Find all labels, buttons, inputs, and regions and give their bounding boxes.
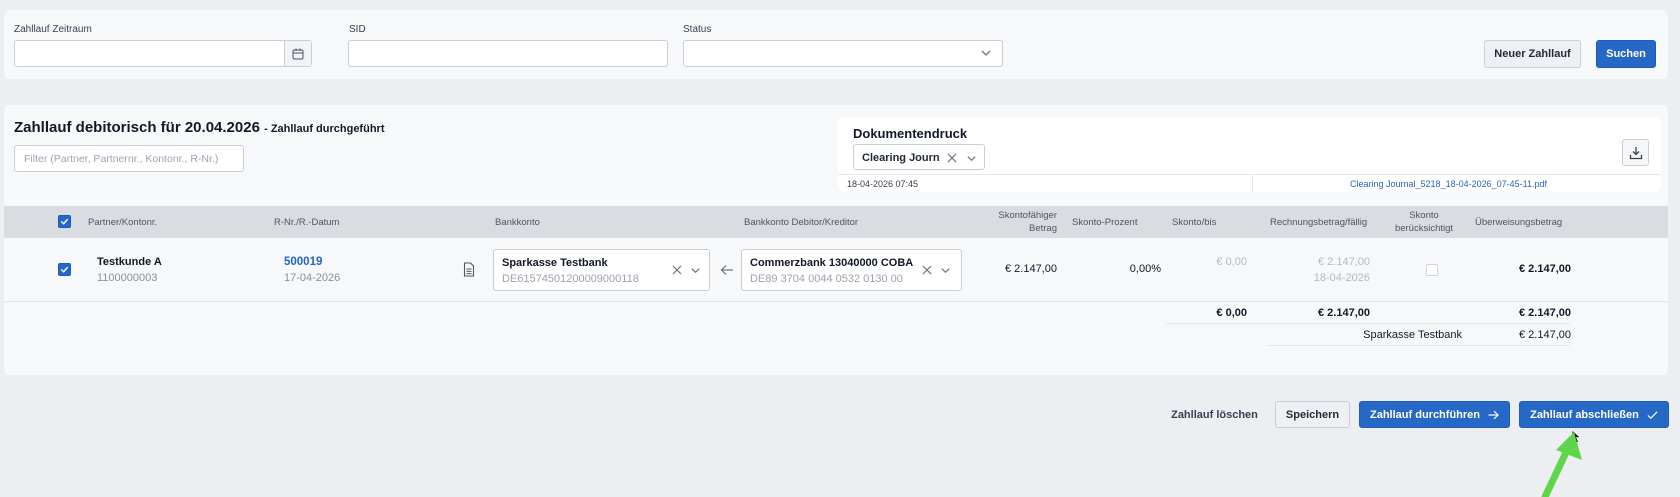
- invoice-date: 17-04-2026: [284, 272, 341, 284]
- annotation-arrow-icon: [1541, 432, 1582, 497]
- chevron-down-icon: [981, 50, 991, 56]
- bank-account-iban: DE61574501200009000118: [502, 273, 639, 285]
- checkmark-icon: [1647, 410, 1658, 419]
- payment-run-panel: Zahllauf debitorisch für 20.04.2026 - Za…: [4, 105, 1668, 375]
- save-button[interactable]: Speichern: [1275, 401, 1350, 428]
- document-select-value: Clearing Journal: [862, 152, 940, 164]
- clear-icon[interactable]: [947, 153, 957, 163]
- table-filter-placeholder: Filter (Partner, Partnernr., Kontonr., R…: [24, 153, 219, 165]
- discount-amount: € 0,00: [1216, 256, 1247, 268]
- invoice-number-link[interactable]: 500019: [284, 256, 322, 268]
- header-partner-bank: Bankkonto Debitor/Kreditor: [744, 217, 859, 228]
- complete-run-button[interactable]: Zahllauf abschließen: [1519, 401, 1669, 428]
- bank-total-label: Sparkasse Testbank: [1363, 329, 1462, 341]
- download-icon[interactable]: [1622, 139, 1649, 166]
- header-invoice-amount: Rechnungsbetrag/fällig: [1270, 217, 1368, 228]
- search-button[interactable]: Suchen: [1596, 40, 1656, 68]
- period-input[interactable]: [14, 40, 312, 67]
- divider: [1252, 175, 1253, 193]
- table-header: Partner/Kontonr. R-Nr./R.-Datum Bankkont…: [4, 206, 1668, 238]
- execute-run-label: Zahllauf durchführen: [1370, 408, 1480, 421]
- arrow-right-icon: [1488, 410, 1499, 419]
- divider: [1166, 323, 1570, 324]
- partner-bank-select[interactable]: Commerzbank 13040000 COBA DE89 3704 0044…: [741, 249, 962, 291]
- run-title: Zahllauf debitorisch für 20.04.2026: [14, 119, 260, 136]
- transfer-amount: € 2.147,00: [1519, 263, 1571, 275]
- bank-account-name: Sparkasse Testbank: [502, 257, 608, 269]
- new-run-button[interactable]: Neuer Zahllauf: [1484, 40, 1581, 68]
- select-all-checkbox[interactable]: [58, 215, 71, 228]
- chevron-down-icon[interactable]: [966, 153, 977, 164]
- header-bank-account: Bankkonto: [495, 217, 540, 228]
- partner-bank-iban: DE89 3704 0044 0532 0130 00: [750, 273, 903, 285]
- bank-account-select[interactable]: Sparkasse Testbank DE6157450120000900011…: [493, 249, 710, 291]
- header-invoice: R-Nr./R.-Datum: [274, 217, 340, 228]
- header-partner: Partner/Kontonr.: [88, 217, 158, 228]
- sid-input[interactable]: [348, 40, 668, 67]
- invoice-amount: € 2.147,00: [1318, 256, 1370, 268]
- document-timestamp: 18-04-2026 07:45: [847, 179, 919, 189]
- bank-total-amount: € 2.147,00: [1519, 329, 1571, 341]
- total-invoice: € 2.147,00: [1318, 307, 1370, 319]
- arrow-left-icon: [720, 265, 733, 275]
- discount-considered-checkbox[interactable]: [1426, 264, 1438, 276]
- status-label: Status: [683, 24, 712, 35]
- header-discount-considered: Skonto berücksichtigt: [1394, 210, 1454, 234]
- delete-run-button[interactable]: Zahllauf löschen: [1167, 402, 1262, 428]
- chevron-down-icon[interactable]: [940, 265, 951, 276]
- document-select[interactable]: Clearing Journal: [853, 144, 985, 170]
- period-label: Zahllauf Zeitraum: [14, 24, 92, 35]
- header-discount-until: Skonto/bis: [1172, 217, 1217, 228]
- run-status: - Zahllauf durchgeführt: [264, 123, 385, 135]
- partner-bank-name: Commerzbank 13040000 COBA: [750, 257, 914, 269]
- total-transfer: € 2.147,00: [1519, 307, 1571, 319]
- execute-run-button[interactable]: Zahllauf durchführen: [1359, 401, 1510, 428]
- page-title: Zahllauf debitorisch für 20.04.2026 - Za…: [14, 119, 384, 136]
- document-title: Dokumentendruck: [853, 126, 968, 141]
- discountable-amount: € 2.147,00: [1005, 263, 1057, 275]
- discount-percent: 0,00%: [1129, 263, 1161, 275]
- document-icon[interactable]: [463, 262, 475, 277]
- account-number: 1100000003: [97, 272, 158, 284]
- calendar-icon[interactable]: [284, 41, 311, 66]
- partner-name: Testkunde A: [97, 256, 162, 268]
- table-filter-input[interactable]: Filter (Partner, Partnernr., Kontonr., R…: [14, 145, 244, 172]
- due-date: 18-04-2026: [1313, 272, 1370, 284]
- complete-run-label: Zahllauf abschließen: [1530, 408, 1639, 421]
- chevron-down-icon[interactable]: [690, 265, 701, 276]
- document-footer: 18-04-2026 07:45 Clearing Journal_5218_1…: [838, 174, 1661, 193]
- status-select[interactable]: [683, 40, 1003, 67]
- table-row[interactable]: Testkunde A 1100000003 500019 17-04-2026…: [4, 238, 1668, 302]
- document-print-panel: Dokumentendruck Clearing Journal 18-04-2…: [838, 117, 1661, 193]
- divider: [1266, 345, 1570, 346]
- header-discountable: Skontofähiger Betrag: [998, 210, 1057, 234]
- row-checkbox[interactable]: [58, 263, 71, 276]
- document-file-link[interactable]: Clearing Journal_5218_18-04-2026_07-45-1…: [1350, 179, 1547, 189]
- filter-panel: Zahllauf Zeitraum SID Status Neuer Zahll…: [4, 10, 1668, 79]
- sid-label: SID: [349, 24, 366, 35]
- header-transfer-amount: Überweisungsbetrag: [1475, 217, 1563, 228]
- header-discount-pct: Skonto-Prozent: [1072, 217, 1138, 228]
- clear-icon[interactable]: [922, 265, 932, 275]
- total-discount: € 0,00: [1216, 307, 1247, 319]
- clear-icon[interactable]: [672, 265, 682, 275]
